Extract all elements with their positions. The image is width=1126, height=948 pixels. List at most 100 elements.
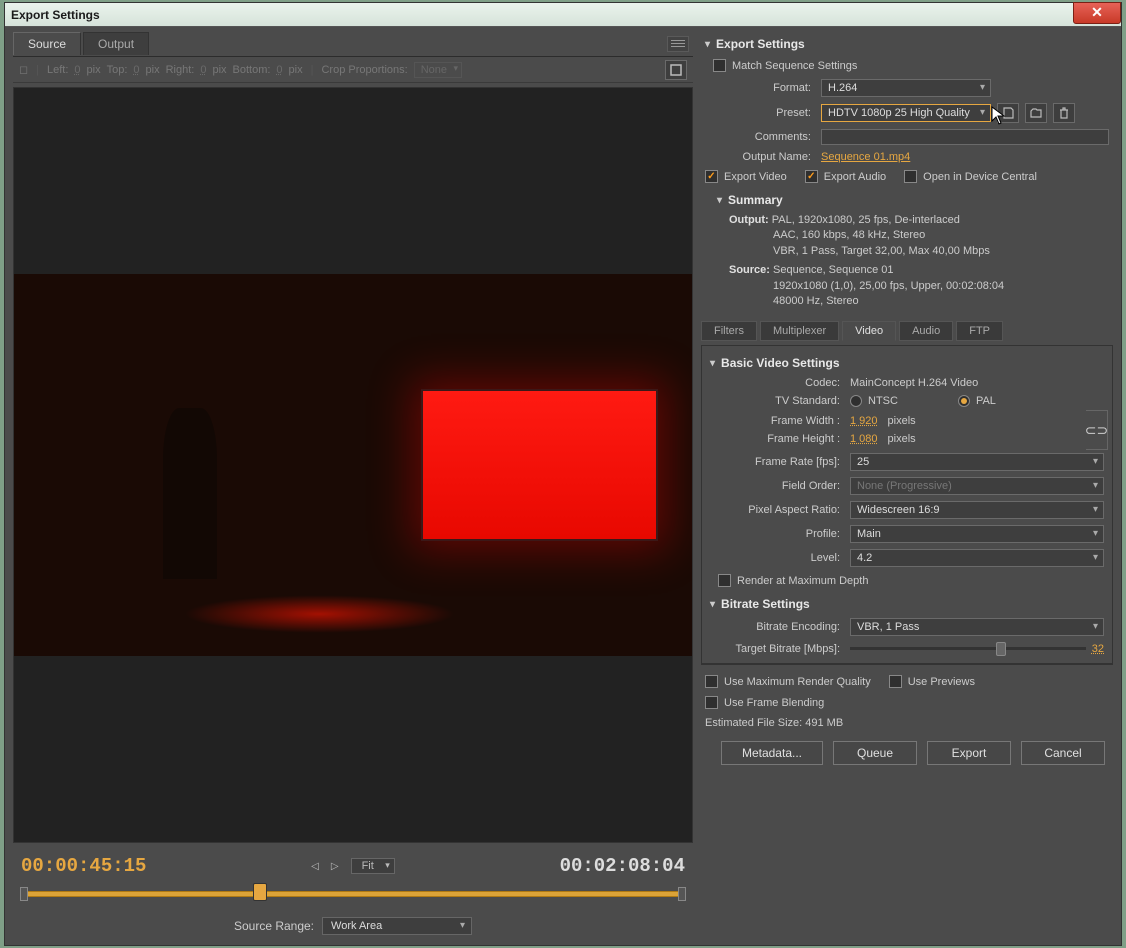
open-device-checkbox[interactable] — [904, 170, 917, 183]
use-frame-blending-label: Use Frame Blending — [724, 697, 824, 709]
export-settings-header[interactable]: Export Settings — [701, 31, 1113, 55]
use-previews-label: Use Previews — [908, 676, 975, 688]
export-settings-window: Export Settings ✕ Source Output ◻ | Left… — [4, 2, 1122, 946]
comments-input[interactable] — [821, 129, 1109, 145]
titlebar[interactable]: Export Settings ✕ — [5, 3, 1121, 27]
link-dimensions-icon[interactable]: ⊂⊃ — [1086, 410, 1108, 450]
level-select[interactable]: 4.2 — [850, 549, 1104, 567]
summary-header[interactable]: Summary — [701, 187, 1113, 211]
timecode-total: 00:02:08:04 — [560, 855, 685, 877]
crop-proportions-select[interactable]: None — [414, 62, 462, 78]
use-max-quality-label: Use Maximum Render Quality — [724, 676, 871, 688]
left-panel: Source Output ◻ | Left: 0 pix Top: 0 pix… — [5, 27, 697, 945]
footer: Use Maximum Render Quality Use Previews … — [701, 664, 1113, 777]
export-button[interactable]: Export — [927, 741, 1011, 765]
tab-video[interactable]: Video — [842, 321, 896, 341]
crop-tool-icon[interactable] — [665, 60, 687, 80]
video-preview — [14, 274, 692, 655]
output-name-label: Output Name: — [705, 151, 821, 163]
frame-height-value[interactable]: 1 080 — [850, 433, 878, 445]
use-frame-blending-checkbox[interactable] — [705, 696, 718, 709]
preset-select[interactable]: HDTV 1080p 25 High Quality — [821, 104, 991, 122]
tvstd-label: TV Standard: — [710, 395, 850, 407]
use-max-quality-checkbox[interactable] — [705, 675, 718, 688]
tab-source[interactable]: Source — [13, 32, 81, 55]
codec-value: MainConcept H.264 Video — [850, 377, 978, 389]
crop-left-value[interactable]: 0 — [74, 64, 80, 76]
crop-right-label: Right: — [166, 64, 195, 76]
preset-label: Preset: — [705, 107, 821, 119]
bitrate-enc-select[interactable]: VBR, 1 Pass — [850, 618, 1104, 636]
open-device-label: Open in Device Central — [923, 171, 1037, 183]
comments-label: Comments: — [705, 131, 821, 143]
window-title: Export Settings — [11, 8, 100, 22]
crop-icon[interactable]: ◻ — [19, 63, 28, 76]
close-button[interactable]: ✕ — [1073, 2, 1121, 24]
queue-button[interactable]: Queue — [833, 741, 917, 765]
target-bitrate-label: Target Bitrate [Mbps]: — [710, 643, 850, 655]
delete-preset-icon[interactable] — [1053, 103, 1075, 123]
export-video-label: Export Video — [724, 171, 787, 183]
right-panel: Export Settings Match Sequence Settings … — [697, 27, 1121, 945]
level-label: Level: — [710, 552, 850, 564]
render-max-depth-label: Render at Maximum Depth — [737, 575, 868, 587]
step-fwd-icon[interactable]: ▷ — [331, 861, 339, 872]
timeline-slider[interactable] — [21, 883, 685, 905]
source-range-label: Source Range: — [234, 919, 314, 933]
source-range-select[interactable]: Work Area — [322, 917, 472, 935]
panel-menu-icon[interactable] — [667, 36, 689, 52]
basic-video-header[interactable]: Basic Video Settings — [706, 350, 1108, 374]
bitrate-enc-label: Bitrate Encoding: — [710, 621, 850, 633]
crop-toolbar: ◻ | Left: 0 pix Top: 0 pix Right: 0 pix … — [13, 57, 693, 83]
video-settings-pane[interactable]: Basic Video Settings Codec:MainConcept H… — [701, 345, 1113, 664]
tab-output[interactable]: Output — [83, 32, 149, 55]
field-order-select[interactable]: None (Progressive) — [850, 477, 1104, 495]
estimated-size-value: 491 MB — [805, 717, 843, 729]
frame-rate-label: Frame Rate [fps]: — [710, 456, 850, 468]
tab-filters[interactable]: Filters — [701, 321, 757, 341]
tab-ftp[interactable]: FTP — [956, 321, 1003, 341]
profile-select[interactable]: Main — [850, 525, 1104, 543]
target-bitrate-value[interactable]: 32 — [1092, 643, 1104, 655]
tab-multiplexer[interactable]: Multiplexer — [760, 321, 839, 341]
time-controls: 00:00:45:15 ◁ ▷ Fit 00:02:08:04 Source R… — [13, 851, 693, 937]
frame-width-value[interactable]: 1 920 — [850, 415, 878, 427]
crop-top-value[interactable]: 0 — [133, 64, 139, 76]
target-bitrate-slider[interactable] — [850, 642, 1086, 656]
pal-radio[interactable] — [958, 395, 970, 407]
summary-output: Output: PAL, 1920x1080, 25 fps, De-inter… — [701, 211, 1113, 261]
ntsc-radio[interactable] — [850, 395, 862, 407]
crop-left-label: Left: — [47, 64, 68, 76]
playhead-handle[interactable] — [253, 883, 267, 901]
par-select[interactable]: Widescreen 16:9 — [850, 501, 1104, 519]
crop-right-value[interactable]: 0 — [200, 64, 206, 76]
timecode-current[interactable]: 00:00:45:15 — [21, 855, 146, 877]
frame-width-label: Frame Width : — [710, 415, 850, 427]
crop-bottom-value[interactable]: 0 — [276, 64, 282, 76]
crop-top-label: Top: — [107, 64, 128, 76]
output-name-link[interactable]: Sequence 01.mp4 — [821, 151, 910, 163]
export-video-checkbox[interactable] — [705, 170, 718, 183]
use-previews-checkbox[interactable] — [889, 675, 902, 688]
in-point-handle[interactable] — [20, 887, 28, 901]
match-sequence-checkbox[interactable] — [713, 59, 726, 72]
step-back-icon[interactable]: ◁ — [311, 861, 319, 872]
cancel-button[interactable]: Cancel — [1021, 741, 1105, 765]
frame-rate-select[interactable]: 25 — [850, 453, 1104, 471]
metadata-button[interactable]: Metadata... — [721, 741, 823, 765]
save-preset-icon[interactable] — [997, 103, 1019, 123]
zoom-fit-select[interactable]: Fit — [351, 858, 395, 874]
field-order-label: Field Order: — [710, 480, 850, 492]
codec-label: Codec: — [710, 377, 850, 389]
out-point-handle[interactable] — [678, 887, 686, 901]
render-max-depth-checkbox[interactable] — [718, 574, 731, 587]
crop-proportions-label: Crop Proportions: — [321, 64, 407, 76]
export-audio-checkbox[interactable] — [805, 170, 818, 183]
import-preset-icon[interactable] — [1025, 103, 1047, 123]
bitrate-header[interactable]: Bitrate Settings — [706, 591, 1108, 615]
format-select[interactable]: H.264 — [821, 79, 991, 97]
estimated-size-label: Estimated File Size: — [705, 717, 802, 729]
preview-area[interactable] — [13, 87, 693, 843]
par-label: Pixel Aspect Ratio: — [710, 504, 850, 516]
tab-audio[interactable]: Audio — [899, 321, 953, 341]
